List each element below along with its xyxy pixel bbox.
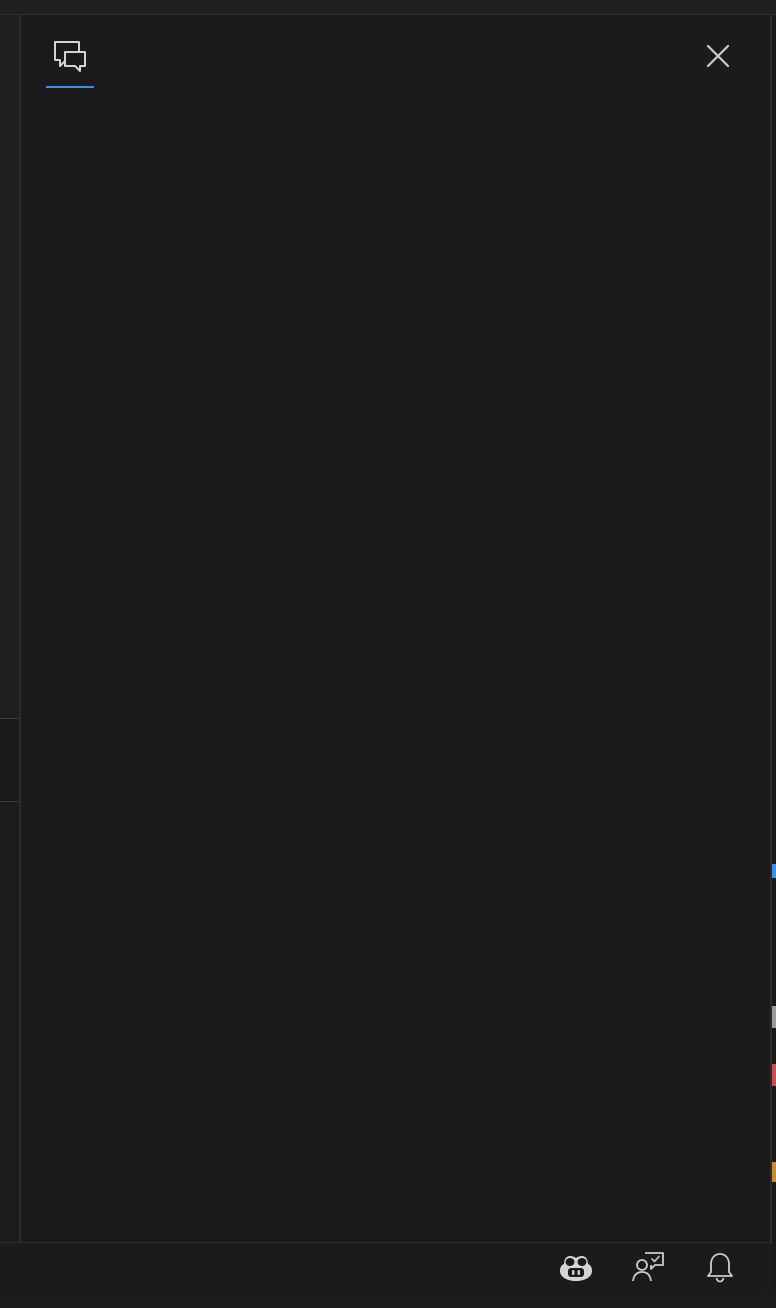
active-tab-indicator (46, 86, 94, 88)
edge-mark-orange (772, 1162, 776, 1182)
accounts-feedback-button[interactable] (628, 1251, 668, 1287)
edge-mark-red (772, 1064, 776, 1086)
side-bar-header (21, 15, 770, 89)
copilot-icon (558, 1252, 594, 1287)
close-button[interactable] (701, 41, 735, 75)
title-bar-strip (0, 0, 776, 15)
panel-tabs-sliver (0, 719, 19, 801)
accounts-feedback-icon (631, 1251, 665, 1288)
copilot-status-button[interactable] (556, 1251, 596, 1287)
window-bottom-edge (0, 1294, 776, 1308)
bell-icon (706, 1251, 734, 1288)
editor-area-sliver (0, 15, 19, 1242)
edge-mark-blue (772, 864, 776, 878)
status-bar (0, 1242, 772, 1294)
editor-window (0, 0, 776, 1308)
tab-chat[interactable] (46, 37, 94, 87)
chat-view-content (21, 89, 770, 1242)
notifications-button[interactable] (700, 1251, 740, 1287)
close-icon (705, 43, 731, 74)
right-edge-sliver (772, 0, 776, 1308)
panel-content-sliver (0, 802, 19, 1242)
secondary-side-bar (19, 15, 772, 1242)
chat-icon (52, 37, 88, 78)
edge-mark-gray (772, 1006, 776, 1028)
